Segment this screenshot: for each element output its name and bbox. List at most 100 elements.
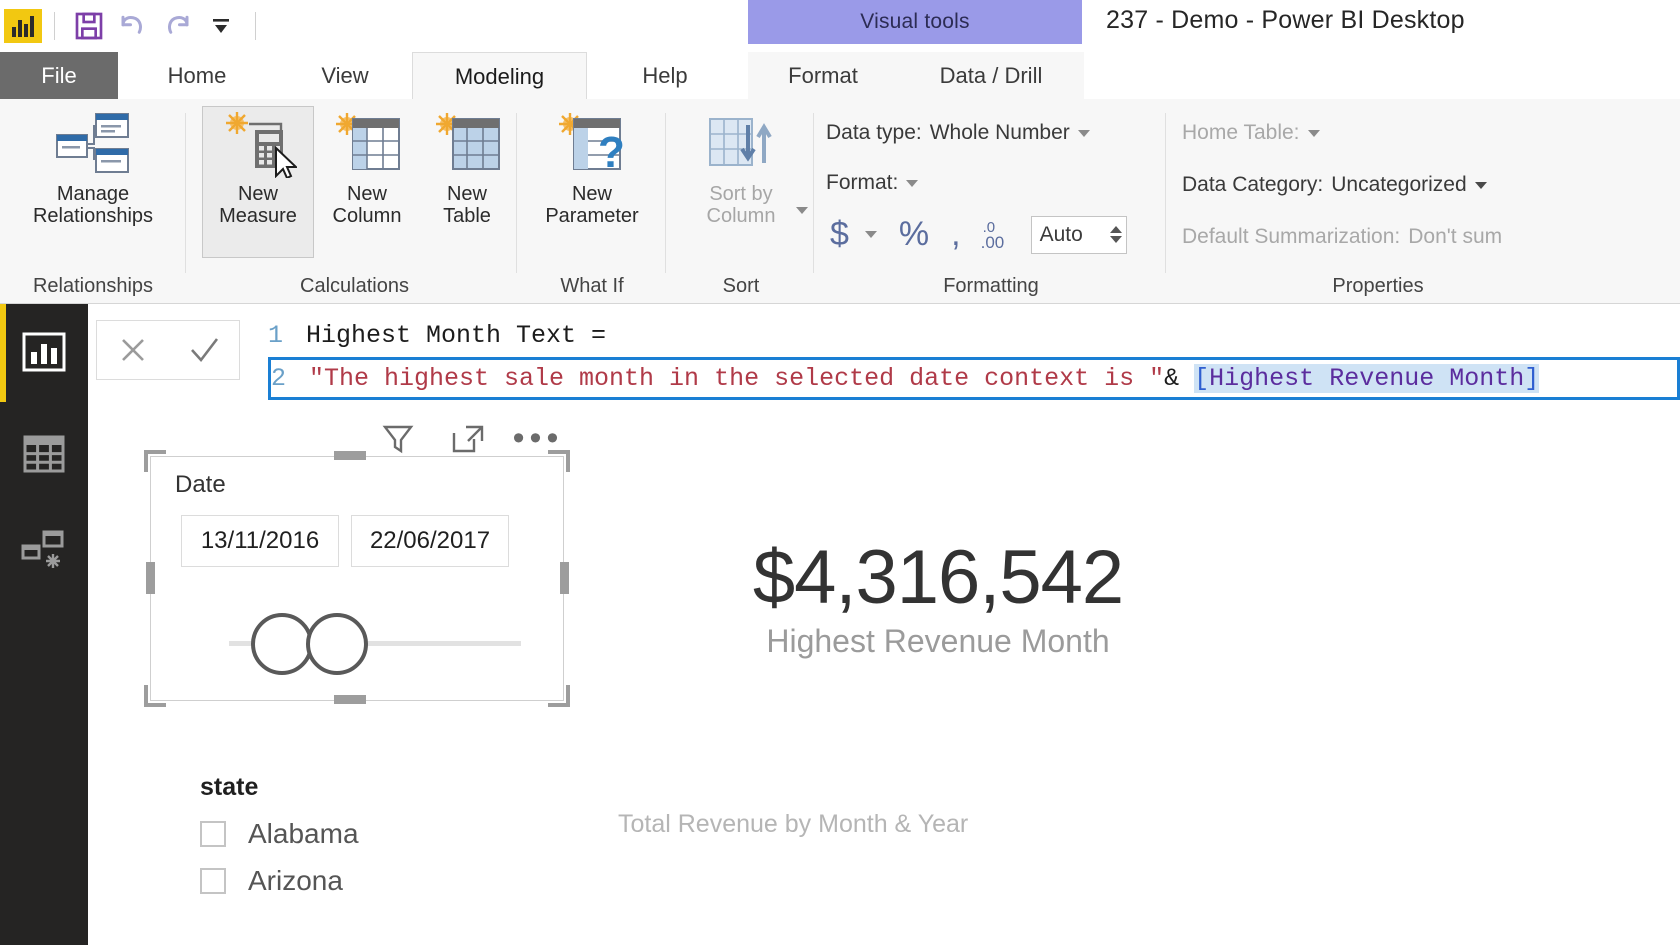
report-view-icon[interactable] [18, 326, 70, 378]
new-parameter-button[interactable]: ? New Parameter [524, 107, 660, 228]
ribbon-group-label-whatif: What If [560, 275, 624, 297]
data-type-row[interactable]: Data type: Whole Number [826, 121, 1090, 145]
ribbon-group-sort: Sort by Column Sort [668, 99, 814, 304]
resize-handle-bottom-right[interactable] [548, 685, 570, 707]
formula-line-1[interactable]: 1 Highest Month Text = [268, 314, 1680, 357]
date-slicer-frame[interactable]: Date 13/11/2016 22/06/2017 [150, 456, 564, 701]
resize-handle-bottom[interactable] [334, 695, 366, 704]
home-table-label: Home Table: [1182, 121, 1300, 144]
cancel-x-icon[interactable] [97, 321, 168, 379]
thousands-separator-icon[interactable]: , [951, 215, 960, 254]
default-summarization-value: Don't sum [1408, 225, 1503, 248]
active-view-indicator [0, 304, 6, 402]
save-icon[interactable] [67, 4, 111, 48]
new-parameter-label: New Parameter [545, 183, 639, 228]
redo-icon[interactable] [155, 4, 199, 48]
title-bar: Visual tools 237 - Demo - Power BI Deskt… [0, 0, 1680, 52]
quick-access-toolbar [0, 0, 268, 52]
resize-handle-bottom-left[interactable] [144, 685, 166, 707]
report-canvas: ••• Date 13/11/2016 22/06/2017 $4,316,54… [88, 418, 1680, 945]
resize-handle-top[interactable] [334, 451, 366, 460]
ribbon: Manage Relationships Relationships New M… [0, 99, 1680, 304]
chevron-down-icon[interactable] [906, 179, 919, 187]
resize-handle-top-left[interactable] [144, 450, 166, 472]
format-row[interactable]: Format: [826, 171, 919, 195]
visual-header-toolbar: ••• [378, 418, 558, 458]
sort-by-column-button[interactable]: Sort by Column [676, 107, 808, 228]
chevron-down-icon[interactable] [864, 231, 877, 238]
ribbon-group-label-properties: Properties [1332, 275, 1424, 297]
focus-mode-icon[interactable] [448, 418, 488, 458]
sort-by-column-icon [704, 107, 778, 181]
default-summarization-row[interactable]: Default Summarization: Don't sum [1182, 225, 1502, 249]
tab-view[interactable]: View [285, 52, 405, 100]
filter-funnel-icon[interactable] [378, 418, 418, 458]
tab-format[interactable]: Format [748, 52, 898, 100]
commit-check-icon[interactable] [168, 321, 239, 379]
model-view-icon[interactable] [18, 522, 70, 574]
stepper-arrows[interactable] [1109, 226, 1122, 243]
date-slicer-start-handle[interactable] [251, 613, 313, 675]
formula-bracket-close: ] [1524, 364, 1540, 393]
formula-bar-actions [96, 320, 240, 380]
date-slicer-end-handle[interactable] [306, 613, 368, 675]
decimal-places-stepper[interactable]: Auto [1030, 215, 1127, 254]
undo-icon[interactable] [111, 4, 155, 48]
new-table-icon [431, 107, 503, 181]
date-slicer-end-input[interactable]: 22/06/2017 [351, 515, 509, 567]
resize-handle-top-right[interactable] [548, 450, 570, 472]
chevron-down-icon[interactable] [1307, 129, 1320, 137]
state-slicer-title: state [200, 773, 259, 801]
dax-expression-editor[interactable]: 1 Highest Month Text = 2 "The highest sa… [268, 314, 1680, 414]
ribbon-group-label-formatting: Formatting [943, 275, 1039, 297]
chevron-down-icon[interactable] [1474, 181, 1487, 189]
toolbar-divider [54, 12, 55, 40]
ribbon-group-label-sort: Sort [722, 275, 760, 297]
dax-formula-bar: 1 Highest Month Text = 2 "The highest sa… [88, 304, 1680, 418]
new-measure-label: New Measure [219, 183, 297, 228]
view-switcher-sidebar [0, 304, 88, 945]
currency-dollar-icon[interactable]: $ [830, 215, 849, 254]
new-measure-button[interactable]: New Measure [202, 106, 314, 258]
state-slicer-item-label: Alabama [248, 818, 359, 849]
state-slicer-item-label: Arizona [248, 865, 343, 896]
chevron-down-icon[interactable] [1077, 129, 1090, 137]
chart-title: Total Revenue by Month & Year [618, 810, 969, 838]
new-column-icon [331, 107, 403, 181]
ribbon-group-divider [185, 113, 186, 273]
ribbon-tab-strip: File Home View Modeling Help Format Data… [0, 52, 1680, 100]
ribbon-group-label-calculations: Calculations [300, 275, 409, 297]
power-bi-logo [4, 9, 42, 43]
state-slicer-item-alabama[interactable]: Alabama [200, 818, 359, 850]
formula-line-2[interactable]: 2 "The highest sale month in the selecte… [268, 357, 1680, 400]
home-table-row[interactable]: Home Table: [1182, 121, 1320, 145]
tab-file[interactable]: File [0, 52, 118, 100]
manage-relationships-button[interactable]: Manage Relationships [18, 107, 168, 228]
percent-icon[interactable]: % [899, 215, 929, 254]
checkbox-icon[interactable] [200, 821, 226, 847]
ribbon-group-formatting: Data type: Whole Number Format: $ % , .0… [816, 99, 1166, 304]
formula-bracket-open: [ [1194, 364, 1210, 393]
chevron-down-icon[interactable] [796, 206, 808, 214]
new-table-button[interactable]: New Table [420, 107, 514, 228]
tab-data-drill[interactable]: Data / Drill [898, 52, 1084, 100]
resize-handle-right[interactable] [560, 562, 569, 594]
date-slicer-start-input[interactable]: 13/11/2016 [181, 515, 339, 567]
new-table-label: New Table [443, 183, 491, 228]
data-view-icon[interactable] [18, 428, 70, 480]
new-column-button[interactable]: New Column [316, 107, 418, 228]
tab-help[interactable]: Help [600, 52, 730, 100]
data-category-row[interactable]: Data Category: Uncategorized [1182, 173, 1487, 197]
formula-measure-reference: Highest Revenue Month [1209, 364, 1525, 393]
checkbox-icon[interactable] [200, 868, 226, 894]
tab-modeling[interactable]: Modeling [412, 52, 587, 100]
ribbon-group-divider-2 [516, 113, 517, 273]
sort-by-column-label: Sort by Column [706, 183, 776, 228]
line-number: 2 [271, 364, 287, 393]
data-category-label: Data Category: [1182, 173, 1324, 196]
resize-handle-left[interactable] [146, 562, 155, 594]
tab-home[interactable]: Home [132, 52, 262, 100]
customize-quick-access-icon[interactable] [199, 4, 243, 48]
state-slicer-item-arizona[interactable]: Arizona [200, 865, 343, 897]
format-label: Format: [826, 171, 899, 194]
